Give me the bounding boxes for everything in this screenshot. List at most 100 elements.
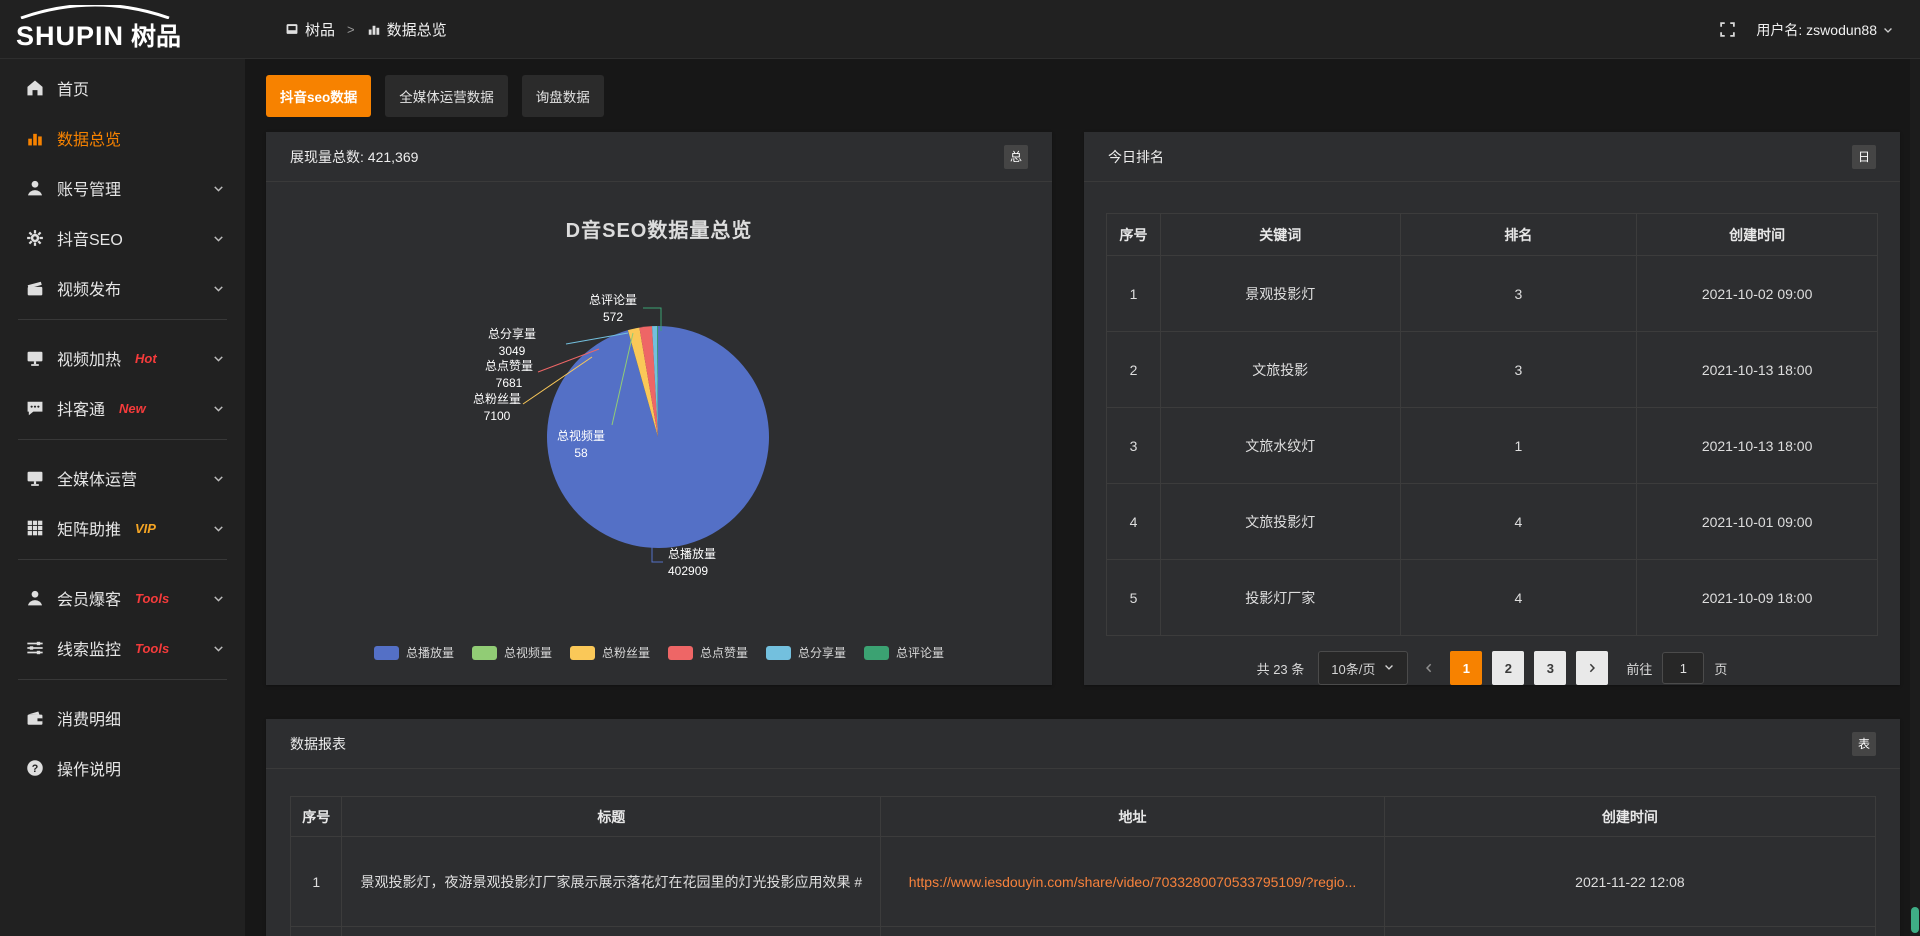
table-cell: 3 <box>1400 256 1637 332</box>
pagination-total: 共 23 条 <box>1257 659 1305 678</box>
pie-label-name: 总播放量 <box>668 546 716 563</box>
app-header: SHUPIN树品 树品 > 数据总览 用户名: zswodun88 <box>0 0 1920 59</box>
table-cell: 1 <box>1107 256 1161 332</box>
overview-panel: 展现量总数: 421,369 总 D音SEO数据量总览 总播放量总视频量总粉丝量… <box>266 132 1052 685</box>
sidebar-item-label: 视频加热 <box>57 346 121 370</box>
legend-item[interactable]: 总评论量 <box>864 644 944 661</box>
next-page-button[interactable] <box>1576 651 1608 685</box>
table-cell: 文旅水纹灯 <box>1160 408 1400 484</box>
rank-day-badge-button[interactable]: 日 <box>1852 145 1876 169</box>
sidebar-item-label: 操作说明 <box>57 756 121 780</box>
legend-item[interactable]: 总粉丝量 <box>570 644 650 661</box>
sidebar-item-gear-3[interactable]: 抖音SEO <box>0 213 245 263</box>
sidebar-item-question-16[interactable]: ?操作说明 <box>0 743 245 793</box>
legend-item[interactable]: 总点赞量 <box>668 644 748 661</box>
sidebar-item-chat-7[interactable]: 抖客通New <box>0 383 245 433</box>
pie-label-value: 3049 <box>488 343 536 360</box>
column-header: 序号 <box>291 797 342 837</box>
report-index-cell: 1 <box>291 837 342 927</box>
page-scrollbar[interactable] <box>1910 59 1920 936</box>
pie-label: 总评论量572 <box>589 292 637 327</box>
legend-item[interactable]: 总分享量 <box>766 644 846 661</box>
rank-table: 序号关键词排名创建时间1景观投影灯32021-10-02 09:002文旅投影3… <box>1106 213 1878 636</box>
sidebar-item-video-publish-4[interactable]: 视频发布 <box>0 263 245 313</box>
sidebar-item-home-0[interactable]: 首页 <box>0 63 245 113</box>
sidebar-item-user-solid-12[interactable]: 会员爆客Tools <box>0 573 245 623</box>
table-cell: 3 <box>1400 332 1637 408</box>
page-jump-input[interactable] <box>1662 652 1704 684</box>
monitor-icon <box>26 469 44 487</box>
table-cell: 2021-10-13 18:00 <box>1637 408 1878 484</box>
sidebar-item-wallet-15[interactable]: 消费明细 <box>0 693 245 743</box>
legend-swatch <box>374 646 399 660</box>
chevron-down-icon <box>212 352 225 365</box>
sidebar-item-grid-10[interactable]: 矩阵助推VIP <box>0 503 245 553</box>
overview-panel-header: 展现量总数: 421,369 总 <box>266 132 1052 182</box>
sliders-icon <box>26 639 44 657</box>
gear-icon <box>26 229 44 247</box>
chart-legend: 总播放量 总视频量 总粉丝量 总点赞量 总分享量 总评论量 <box>266 644 1052 661</box>
chevron-down-icon <box>212 642 225 655</box>
legend-item[interactable]: 总视频量 <box>472 644 552 661</box>
page-button-2[interactable]: 2 <box>1492 651 1524 685</box>
legend-swatch <box>766 646 791 660</box>
table-cell: 文旅投影灯 <box>1160 484 1400 560</box>
legend-label: 总视频量 <box>504 644 552 661</box>
sidebar-item-user-2[interactable]: 账号管理 <box>0 163 245 213</box>
sidebar-item-badge: New <box>119 401 146 416</box>
monitor-icon <box>26 349 44 367</box>
sidebar-item-bar-chart-1[interactable]: 数据总览 <box>0 113 245 163</box>
sidebar-item-badge: VIP <box>135 521 156 536</box>
page-button-1[interactable]: 1 <box>1450 651 1482 685</box>
tab-2[interactable]: 询盘数据 <box>522 75 604 117</box>
user-menu[interactable]: 用户名: zswodun88 <box>1756 20 1894 40</box>
column-header: 关键词 <box>1160 214 1400 256</box>
report-data-table: 序号标题地址创建时间1景观投影灯，夜游景观投影灯厂家展示展示落花灯在花园里的灯光… <box>290 796 1876 936</box>
logo-brand-cn: 树品 <box>131 23 181 51</box>
sidebar-item-label: 全媒体运营 <box>57 466 137 490</box>
sidebar-divider <box>18 559 227 560</box>
chevron-down-icon <box>1383 661 1395 676</box>
sidebar-item-label: 会员爆客 <box>57 586 121 610</box>
chat-icon <box>26 399 44 417</box>
tab-1[interactable]: 全媒体运营数据 <box>385 75 508 117</box>
report-created-cell: 2021-11-22 12:08 <box>1384 837 1875 927</box>
bar-chart-icon <box>367 22 381 36</box>
sidebar-item-monitor-6[interactable]: 视频加热Hot <box>0 333 245 383</box>
report-table: 序号标题地址创建时间1景观投影灯，夜游景观投影灯厂家展示展示落花灯在花园里的灯光… <box>290 796 1876 936</box>
page-button-3[interactable]: 3 <box>1534 651 1566 685</box>
table-cell: 5 <box>1107 560 1161 636</box>
pie-label-name: 总粉丝量 <box>473 391 521 408</box>
table-cell: 2021-10-09 18:00 <box>1637 560 1878 636</box>
legend-item[interactable]: 总播放量 <box>374 644 454 661</box>
fullscreen-icon[interactable] <box>1719 21 1736 38</box>
chevron-down-icon <box>212 282 225 295</box>
report-link[interactable]: https://www.iesdouyin.com/share/video/70… <box>899 874 1366 890</box>
user-icon <box>26 179 44 197</box>
report-title: 数据报表 <box>290 734 346 754</box>
scrollbar-thumb[interactable] <box>1911 907 1919 933</box>
tab-0[interactable]: 抖音seo数据 <box>266 75 371 117</box>
breadcrumb-root[interactable]: 树品 <box>305 19 335 40</box>
sidebar-item-sliders-13[interactable]: 线索监控Tools <box>0 623 245 673</box>
pie-label-value: 58 <box>557 445 605 462</box>
rank-title: 今日排名 <box>1108 147 1164 167</box>
jump-prefix: 前往 <box>1626 659 1652 678</box>
chevron-down-icon <box>212 402 225 415</box>
chevron-down-icon <box>1882 24 1894 36</box>
report-table-badge-button[interactable]: 表 <box>1852 732 1876 756</box>
table-cell: 景观投影灯 <box>1160 256 1400 332</box>
pie-label: 总粉丝量7100 <box>473 391 521 426</box>
legend-swatch <box>864 646 889 660</box>
prev-page-button[interactable] <box>1418 651 1440 685</box>
sidebar-item-monitor-9[interactable]: 全媒体运营 <box>0 453 245 503</box>
wallet-icon <box>26 709 44 727</box>
table-row: 1景观投影灯32021-10-02 09:00 <box>1107 256 1878 332</box>
overview-total-badge-button[interactable]: 总 <box>1004 145 1028 169</box>
column-header: 创建时间 <box>1384 797 1875 837</box>
chevron-down-icon <box>212 232 225 245</box>
page-size-select[interactable]: 10条/页 <box>1318 651 1408 685</box>
table-cell: 4 <box>1107 484 1161 560</box>
legend-label: 总评论量 <box>896 644 944 661</box>
sidebar-divider <box>18 439 227 440</box>
